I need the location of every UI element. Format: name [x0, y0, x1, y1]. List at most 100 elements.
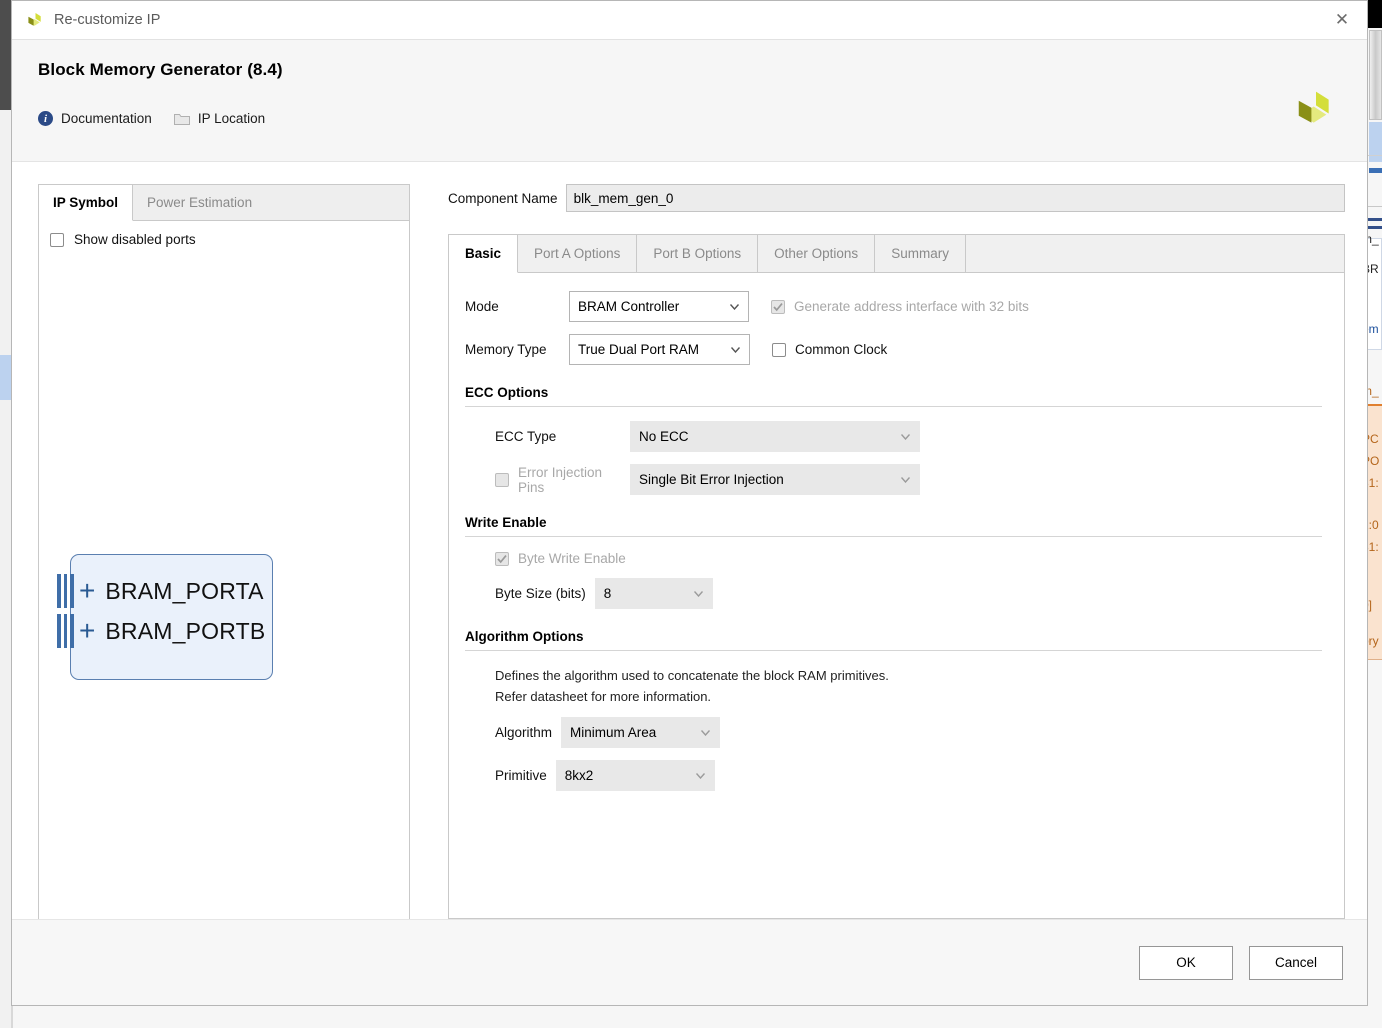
algorithm-description: Defines the algorithm used to concatenat…: [465, 665, 1322, 707]
chevron-down-icon: [731, 346, 740, 353]
primitive-dropdown: 8kx2: [555, 760, 715, 792]
ip-symbol-canvas: + BRAM_PORTA + BRAM_PORTB: [39, 247, 409, 925]
bus-connector-icon-b: [57, 614, 74, 648]
byte-write-enable-label: Byte Write Enable: [518, 551, 626, 566]
mode-value: BRAM Controller: [578, 299, 680, 314]
component-name-input[interactable]: [565, 184, 1345, 212]
tab-basic-label: Basic: [465, 246, 502, 261]
background-right-selection: [1369, 122, 1382, 162]
dialog-titlebar: Re-customize IP ✕: [12, 1, 1367, 40]
dialog-footer: OK Cancel: [12, 919, 1367, 1005]
tab-summary[interactable]: Summary: [875, 235, 966, 272]
background-top-black: [1368, 0, 1382, 28]
mode-dropdown[interactable]: BRAM Controller: [569, 291, 749, 322]
page-title: Block Memory Generator (8.4): [38, 60, 283, 79]
check-icon: [497, 554, 507, 563]
chevron-down-icon: [695, 772, 705, 779]
dialog-body: IP Symbol Power Estimation Show disabled…: [12, 162, 1367, 926]
header-link-row: i Documentation IP Location: [38, 111, 1345, 126]
show-disabled-ports-row[interactable]: Show disabled ports: [39, 221, 409, 247]
chevron-down-icon: [901, 433, 910, 440]
ip-location-link[interactable]: IP Location: [173, 111, 266, 126]
ecc-options-title: ECC Options: [465, 385, 549, 400]
algorithm-dropdown: Minimum Area: [561, 717, 721, 749]
re-customize-ip-dialog: Re-customize IP ✕ Block Memory Generator…: [11, 0, 1368, 1006]
expand-icon-a[interactable]: +: [79, 577, 95, 605]
algorithm-row: Algorithm Minimum Area: [465, 717, 1322, 749]
bram-symbol: + BRAM_PORTA + BRAM_PORTB: [57, 554, 273, 680]
error-injection-row: Error Injection Pins Single Bit Error In…: [465, 464, 1322, 495]
ip-location-label: IP Location: [197, 111, 266, 126]
background-left-dark-strip: [0, 0, 11, 110]
bram-porta-label: BRAM_PORTA: [105, 577, 264, 604]
background-right-accent-line: [1369, 168, 1382, 173]
memory-type-value: True Dual Port RAM: [578, 342, 700, 357]
bram-port-row-a[interactable]: + BRAM_PORTA: [57, 574, 264, 608]
error-injection-value: Single Bit Error Injection: [639, 472, 784, 487]
expand-icon-b[interactable]: +: [79, 617, 95, 645]
common-clock-checkbox[interactable]: [772, 342, 786, 357]
primitive-label: Primitive: [495, 768, 547, 784]
basic-tab-content: Mode BRAM Controller Generate address in…: [449, 273, 1344, 918]
mode-label: Mode: [465, 299, 499, 314]
tab-power-estimation[interactable]: Power Estimation: [133, 185, 267, 220]
background-left-column-lower: [0, 400, 11, 1028]
tab-power-estimation-label: Power Estimation: [147, 195, 253, 210]
check-icon: [773, 302, 783, 311]
byte-size-value: 8: [603, 586, 612, 601]
ecc-type-label: ECC Type: [495, 429, 557, 444]
tab-port-b-options-label: Port B Options: [653, 246, 742, 261]
tab-other-options[interactable]: Other Options: [758, 235, 876, 272]
documentation-link[interactable]: i Documentation: [38, 111, 152, 126]
tab-port-a-options[interactable]: Port A Options: [518, 235, 638, 272]
memory-type-label: Memory Type: [465, 342, 547, 357]
options-tab-container: Basic Port A Options Port B Options Othe…: [448, 234, 1345, 919]
tab-port-b-options[interactable]: Port B Options: [637, 235, 759, 272]
configuration-panel: Component Name Basic Port A Options Port…: [448, 184, 1345, 919]
bus-connector-icon-a: [57, 574, 74, 608]
ecc-type-row: ECC Type No ECC: [465, 421, 1322, 452]
tab-ip-symbol-label: IP Symbol: [53, 195, 119, 210]
xilinx-logo-icon: [28, 12, 41, 26]
xilinx-brand-logo-icon: [1298, 91, 1329, 123]
generate-address-checkbox: [771, 299, 785, 314]
common-clock-row[interactable]: Common Clock: [772, 342, 887, 357]
ecc-options-divider: [465, 406, 1322, 407]
close-icon[interactable]: ✕: [1325, 5, 1359, 35]
background-left-column: [0, 110, 11, 355]
algorithm-options-title: Algorithm Options: [465, 629, 584, 644]
byte-write-enable-control: Byte Write Enable: [465, 551, 626, 566]
generate-address-row: Generate address interface with 32 bits: [771, 299, 1029, 314]
algorithm-label: Algorithm: [495, 725, 553, 741]
algorithm-description-line2: Refer datasheet for more information.: [495, 689, 712, 705]
byte-size-dropdown: 8: [594, 578, 713, 609]
component-name-label: Component Name: [448, 190, 558, 206]
tab-other-options-label: Other Options: [774, 246, 859, 261]
common-clock-label: Common Clock: [795, 342, 888, 357]
tab-basic[interactable]: Basic: [449, 235, 519, 273]
tab-ip-symbol[interactable]: IP Symbol: [39, 185, 134, 221]
show-disabled-ports-label: Show disabled ports: [74, 232, 196, 247]
chevron-down-icon: [701, 729, 711, 736]
error-injection-pins-row: Error Injection Pins: [465, 465, 630, 495]
byte-write-enable-checkbox: [495, 551, 509, 566]
error-injection-dropdown: Single Bit Error Injection: [630, 464, 920, 495]
chevron-down-icon: [901, 476, 910, 483]
component-name-row: Component Name: [448, 184, 1345, 212]
bram-port-row-b[interactable]: + BRAM_PORTB: [57, 614, 265, 648]
byte-write-enable-row: Byte Write Enable: [465, 551, 1322, 566]
left-panel-tabbar: IP Symbol Power Estimation: [39, 185, 409, 221]
background-left-selection: [0, 355, 11, 400]
error-injection-pins-label: Error Injection Pins: [518, 464, 603, 495]
memory-type-dropdown[interactable]: True Dual Port RAM: [569, 334, 750, 365]
cancel-button[interactable]: Cancel: [1249, 945, 1343, 980]
ecc-type-value: No ECC: [639, 429, 689, 444]
dialog-header: Block Memory Generator (8.4) i Documenta…: [12, 40, 1367, 162]
background-scrollbar[interactable]: [1369, 30, 1382, 120]
ecc-type-dropdown: No ECC: [630, 421, 920, 452]
ok-button[interactable]: OK: [1139, 945, 1233, 980]
algorithm-options-divider: [465, 650, 1322, 651]
error-injection-pins-checkbox: [495, 472, 509, 487]
show-disabled-ports-checkbox[interactable]: [50, 232, 64, 247]
documentation-label: Documentation: [61, 111, 152, 126]
